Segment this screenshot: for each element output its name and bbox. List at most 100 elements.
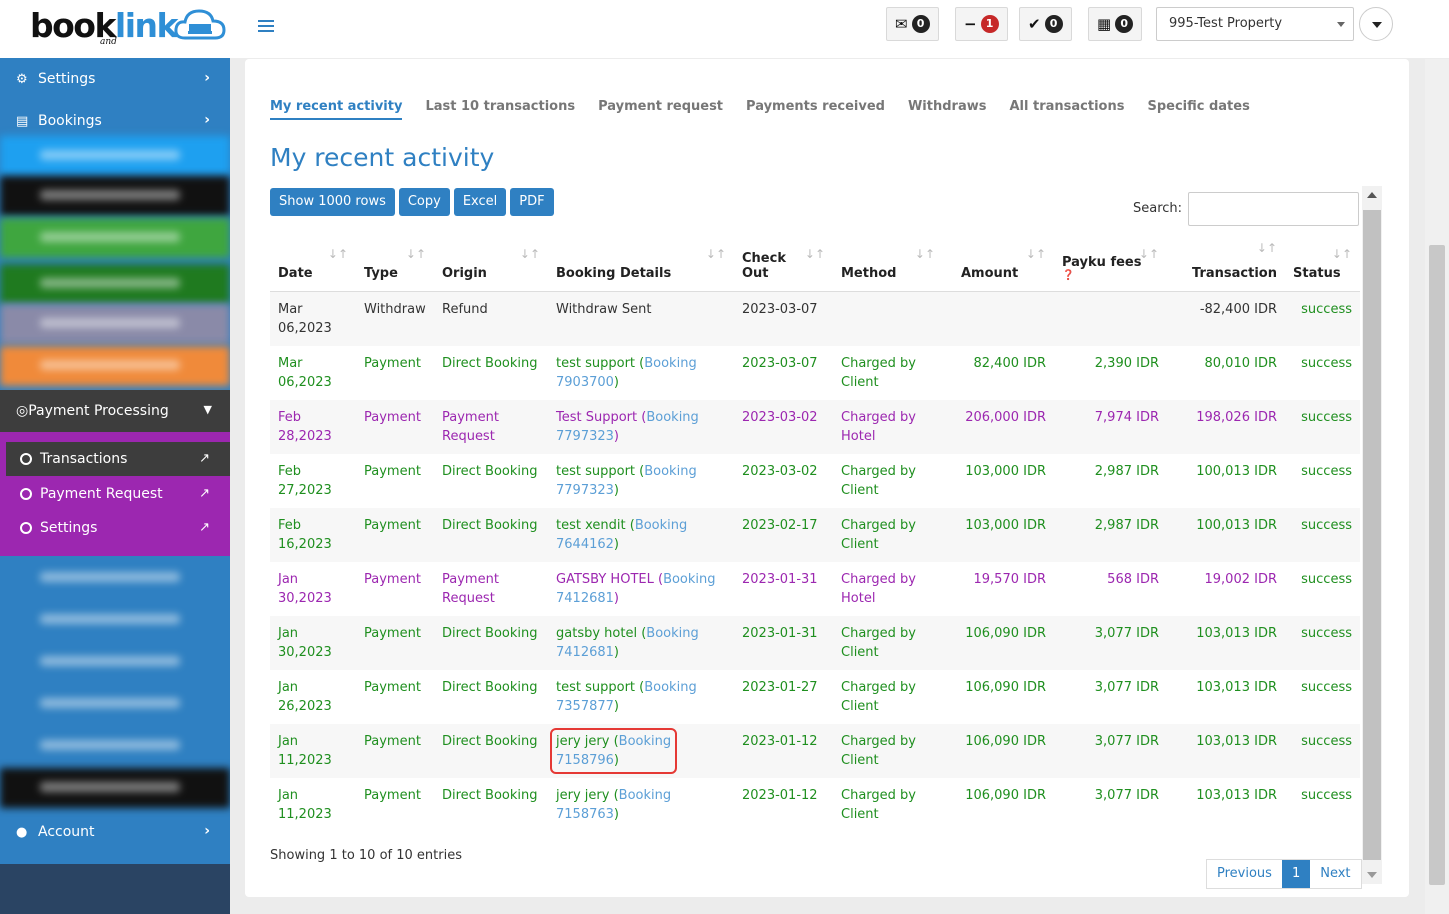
submenu-item-settings[interactable]: Settings ↗ xyxy=(6,511,230,545)
tab-my-recent-activity[interactable]: My recent activity xyxy=(270,99,403,120)
page-1-button[interactable]: 1 xyxy=(1281,860,1311,888)
row-origin: Payment xyxy=(442,409,499,425)
menu-toggle-icon[interactable] xyxy=(258,20,274,34)
col-amount[interactable]: Amount ↓↑ xyxy=(943,237,1054,292)
col-origin[interactable]: Origin ↓↑ xyxy=(434,237,548,292)
col-status[interactable]: Status ↓↑ xyxy=(1285,237,1360,292)
tab-withdraws[interactable]: Withdraws xyxy=(908,99,987,120)
row-origin: Direct Booking xyxy=(442,679,538,695)
scrollbar-thumb[interactable] xyxy=(1363,210,1381,860)
col-check-out[interactable]: Check Out ↓↑ xyxy=(734,237,833,292)
blurred-menu-item[interactable] xyxy=(0,346,230,386)
row-method-2: Client xyxy=(841,644,879,660)
row-transaction: 19,002 IDR xyxy=(1204,571,1278,587)
tab-all-transactions[interactable]: All transactions xyxy=(1009,99,1124,120)
row-guest-name: test xendit xyxy=(556,517,626,533)
row-details-cell: test support (Booking 7357877) xyxy=(556,679,697,714)
tab-last-10-transactions[interactable]: Last 10 transactions xyxy=(425,99,575,120)
col-date[interactable]: Date ↓↑ xyxy=(270,237,356,292)
property-select[interactable]: 995-Test Property xyxy=(1156,7,1354,41)
row-amount-cell: 103,000 IDR xyxy=(943,454,1054,508)
copy-button[interactable]: Copy xyxy=(398,188,450,216)
row-date: Jan 11,2023 xyxy=(278,733,332,768)
tab-payments-received[interactable]: Payments received xyxy=(746,99,885,120)
blurred-menu-item[interactable] xyxy=(0,176,230,216)
row-fees: 2,987 IDR xyxy=(1094,517,1159,533)
pending-badge-button[interactable]: − 1 xyxy=(955,7,1008,41)
external-link-icon: ↗ xyxy=(199,451,210,466)
next-page-button[interactable]: Next xyxy=(1310,860,1361,888)
row-origin-2: Request xyxy=(442,590,495,606)
page-scrollbar[interactable] xyxy=(1425,59,1449,914)
tab-specific-dates[interactable]: Specific dates xyxy=(1147,99,1249,120)
row-date-year: 26,2023 xyxy=(278,698,332,714)
page-scrollbar-thumb[interactable] xyxy=(1429,245,1445,885)
row-guest-name: GATSBY HOTEL xyxy=(556,571,654,587)
col-method[interactable]: Method ↓↑ xyxy=(833,237,943,292)
row-type-cell: Payment xyxy=(356,507,434,562)
blurred-menu-item[interactable] xyxy=(0,558,230,598)
blurred-menu-item[interactable] xyxy=(0,726,230,766)
sidebar-item-settings[interactable]: ⚙ Settings › xyxy=(0,58,230,100)
calendar-count: 0 xyxy=(1115,15,1134,33)
table-info: Showing 1 to 10 of 10 entries xyxy=(270,848,462,863)
col-transaction[interactable]: Transaction ↓↑ xyxy=(1167,237,1285,292)
row-origin-cell: Refund xyxy=(434,291,548,346)
row-method-cell: Charged by Hotel xyxy=(833,399,943,454)
top-bar: booklink and ✉ 0 − 1 ✔ 0 ▦ 0 995-Test Pr… xyxy=(0,0,1449,58)
row-date-cell: Feb 27,2023 xyxy=(270,454,356,508)
row-status-cell: success xyxy=(1285,562,1360,616)
row-checkout: 2023-03-02 xyxy=(742,463,818,479)
row-status: success xyxy=(1301,463,1352,479)
row-type: Payment xyxy=(364,409,421,425)
scroll-down-icon[interactable] xyxy=(1367,872,1377,878)
row-date: Jan xyxy=(278,679,299,695)
question-circle-icon[interactable]: ❓ xyxy=(1062,270,1159,281)
table-row: Jan 30,2023 Payment Direct Booking gatsby ho… xyxy=(270,615,1360,670)
row-origin-cell: Direct Booking xyxy=(434,670,548,724)
pdf-button[interactable]: PDF xyxy=(510,188,554,216)
blurred-menu-item[interactable] xyxy=(0,642,230,682)
col-type[interactable]: Type ↓↑ xyxy=(356,237,434,292)
submenu-item-transactions[interactable]: Transactions ↗ xyxy=(6,442,230,476)
table-scrollbar[interactable] xyxy=(1362,186,1382,884)
row-details-cell: test support (Booking 7903700) xyxy=(556,355,697,390)
blurred-menu-item[interactable] xyxy=(0,304,230,344)
envelope-icon: ✉ xyxy=(895,15,908,33)
row-transaction-cell: 80,010 IDR xyxy=(1167,346,1285,400)
highlighted-booking: jery jery (Booking 7158796) xyxy=(550,727,678,774)
table-row: Jan 11,2023 Payment Direct Booking jery jer… xyxy=(270,778,1360,832)
row-origin-cell: Direct Booking xyxy=(434,507,548,562)
previous-page-button[interactable]: Previous xyxy=(1207,860,1282,888)
sidebar-item-payment-processing[interactable]: ◎ Payment Processing ▼ xyxy=(0,390,230,432)
row-origin: Refund xyxy=(442,301,488,317)
row-details-cell: jery jery (Booking 7158796) xyxy=(548,723,734,778)
messages-badge-button[interactable]: ✉ 0 xyxy=(886,7,939,41)
sidebar-item-account[interactable]: ● Account › xyxy=(0,811,230,853)
submenu-item-payment-request[interactable]: Payment Request ↗ xyxy=(6,477,230,511)
blurred-menu-item[interactable] xyxy=(0,136,230,176)
blurred-menu-item[interactable] xyxy=(0,600,230,640)
row-date-cell: Jan 30,2023 xyxy=(270,562,356,616)
show-rows-button[interactable]: Show 1000 rows xyxy=(270,188,395,216)
row-amount: 206,000 IDR xyxy=(965,409,1046,425)
tab-payment-request[interactable]: Payment request xyxy=(598,99,723,120)
calendar-badge-button[interactable]: ▦ 0 xyxy=(1088,7,1143,41)
confirmed-badge-button[interactable]: ✔ 0 xyxy=(1019,7,1072,41)
blurred-menu-item[interactable] xyxy=(0,264,230,304)
user-menu-button[interactable] xyxy=(1359,7,1393,41)
row-checkout: 2023-01-31 xyxy=(742,625,818,641)
blurred-menu-item[interactable] xyxy=(0,684,230,724)
blurred-menu-item[interactable] xyxy=(0,218,230,258)
booklink-logo[interactable]: booklink and xyxy=(30,4,230,52)
blurred-menu-item[interactable] xyxy=(0,768,230,808)
excel-button[interactable]: Excel xyxy=(453,188,507,216)
submenu-item-label: Transactions xyxy=(40,451,128,467)
scroll-up-icon[interactable] xyxy=(1367,192,1377,198)
col-payku-fees[interactable]: Payku fees ❓ ↓↑ xyxy=(1054,237,1167,292)
table-row: Feb 16,2023 Payment Direct Booking test xend… xyxy=(270,507,1360,562)
search-input[interactable] xyxy=(1188,192,1359,226)
row-origin-cell: Direct Booking xyxy=(434,615,548,670)
col-booking-details[interactable]: Booking Details ↓↑ xyxy=(548,237,734,292)
logo-and: and xyxy=(100,37,117,47)
